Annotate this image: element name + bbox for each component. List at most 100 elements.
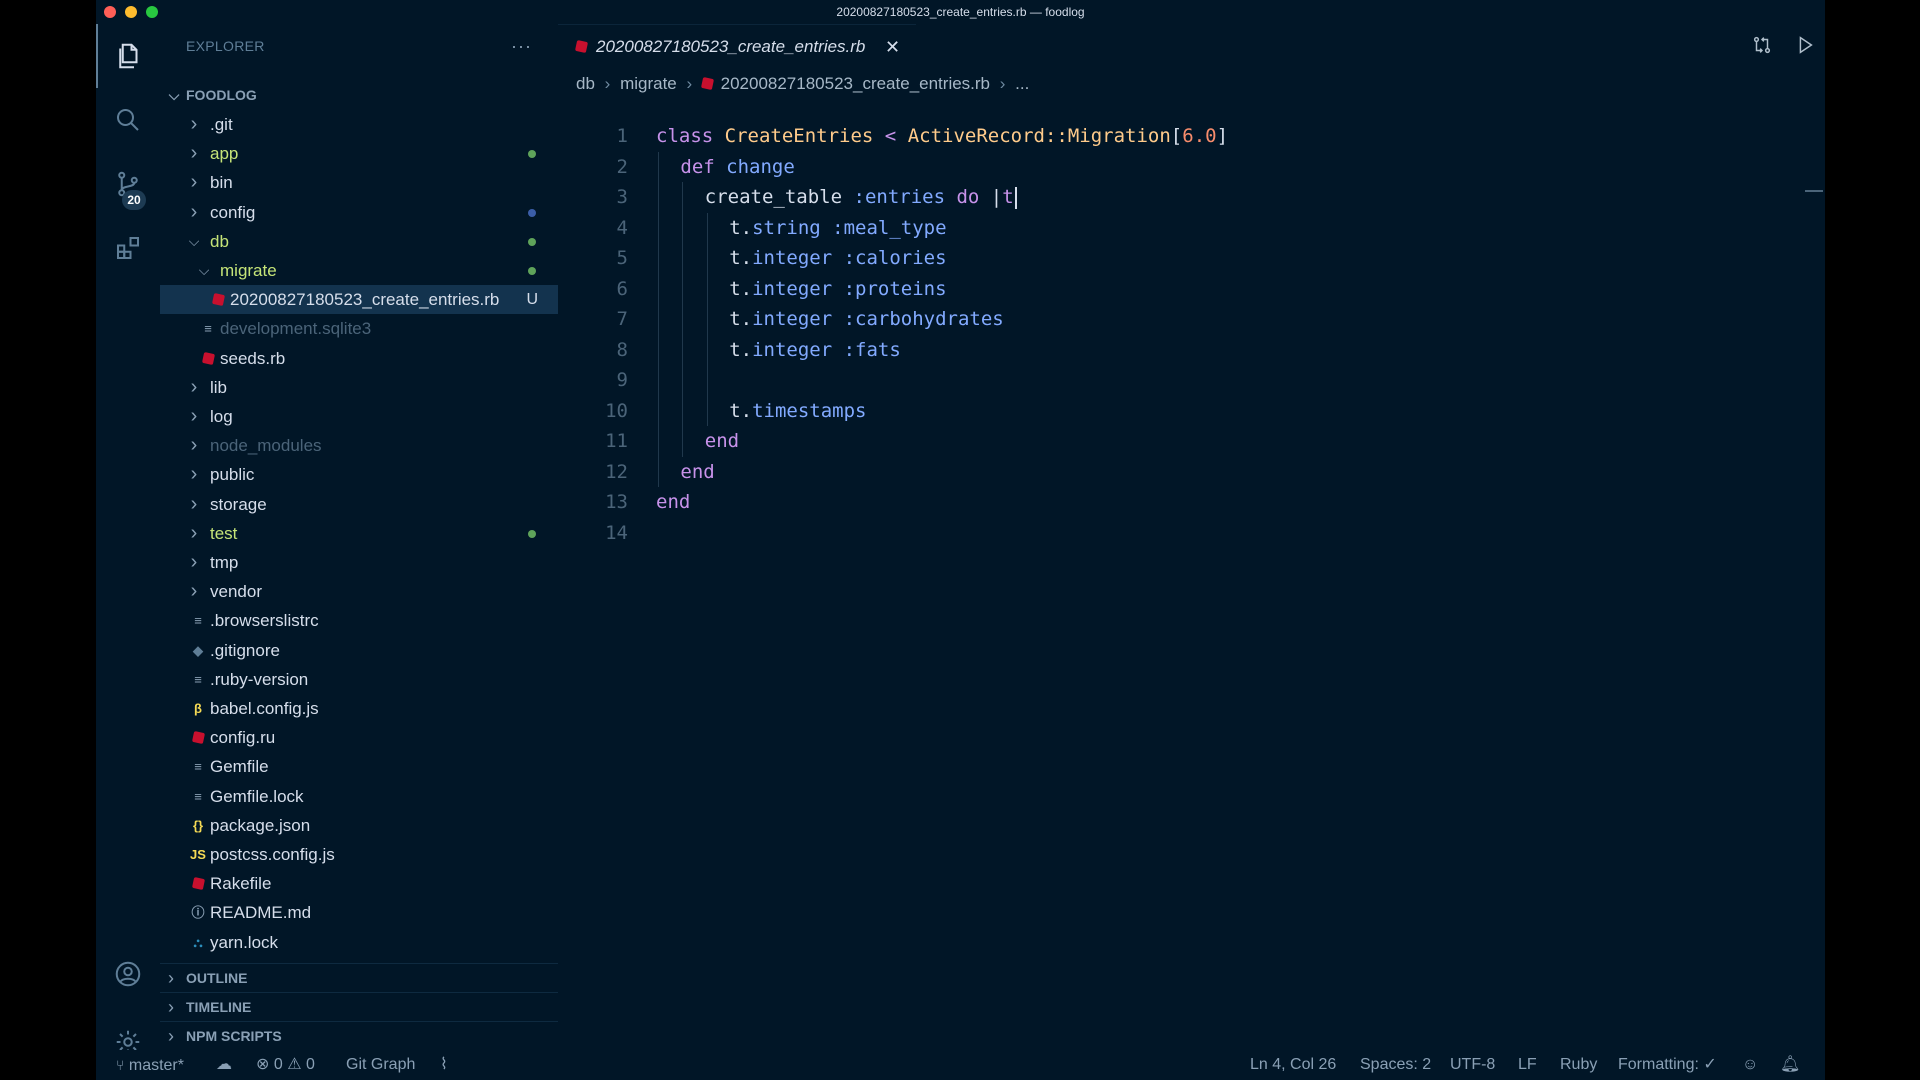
- breadcrumb-item-db[interactable]: db: [576, 74, 595, 93]
- tree-folder[interactable]: ⌵ db: [160, 227, 558, 256]
- tree-file[interactable]: config.ru: [160, 723, 558, 752]
- explorer-title: EXPLORER: [186, 38, 265, 54]
- encoding-status[interactable]: UTF-8: [1450, 1050, 1495, 1080]
- tab-create-entries[interactable]: 20200827180523_create_entries.rb ✕: [558, 24, 916, 68]
- chevron-right-icon: ›: [190, 521, 198, 544]
- line-number: 4: [616, 216, 628, 239]
- explorer-button[interactable]: [96, 24, 160, 88]
- git-branch-status[interactable]: ⑂ master*: [116, 1050, 184, 1080]
- code-token: t.: [729, 277, 753, 300]
- problems-status[interactable]: ⊗ 0 ⚠ 0: [256, 1050, 315, 1080]
- tree-folder[interactable]: › node_modules: [160, 431, 558, 460]
- tree-folder[interactable]: › app: [160, 139, 558, 168]
- accounts-button[interactable]: [96, 942, 160, 1006]
- tree-folder[interactable]: › .git: [160, 110, 558, 139]
- tree-folder[interactable]: › config: [160, 198, 558, 227]
- tree-item-label: db: [210, 231, 229, 251]
- indentation-status[interactable]: Spaces: 2: [1360, 1050, 1431, 1080]
- tree-folder[interactable]: › vendor: [160, 577, 558, 606]
- minimize-window-button[interactable]: [125, 6, 137, 18]
- section-timeline[interactable]: › TIMELINE: [160, 992, 558, 1020]
- language-mode[interactable]: Ruby: [1560, 1050, 1597, 1080]
- breadcrumb-item-file[interactable]: 20200827180523_create_entries.rb: [721, 74, 990, 93]
- code-token: :proteins: [832, 277, 947, 300]
- tree-item-label: vendor: [210, 582, 262, 602]
- chevron-right-icon: ›: [190, 375, 198, 398]
- tree-file[interactable]: ≡ Gemfile: [160, 752, 558, 781]
- extensions-button[interactable]: [96, 216, 160, 280]
- workspace-root[interactable]: ⌵ FOODLOG: [160, 81, 558, 110]
- tree-file[interactable]: ⓘ README.md: [160, 898, 558, 927]
- code-line: 5 t.integer :calories: [558, 243, 1758, 273]
- code-line: 11 end: [558, 426, 1758, 456]
- code-token: :fats: [832, 338, 901, 361]
- tree-folder[interactable]: ⌵ migrate: [160, 256, 558, 285]
- tree-file[interactable]: ≡ development.sqlite3: [160, 314, 558, 343]
- tree-folder[interactable]: › log: [160, 402, 558, 431]
- tree-file[interactable]: {} package.json: [160, 811, 558, 840]
- tree-item-label: Rakefile: [210, 874, 272, 894]
- tree-file[interactable]: Rakefile: [160, 869, 558, 898]
- tree-file[interactable]: ≡ .browserslistrc: [160, 606, 558, 635]
- json-file-icon: {}: [192, 817, 204, 833]
- code-token: integer: [752, 308, 833, 330]
- tree-file[interactable]: ⛬ yarn.lock: [160, 928, 558, 957]
- tree-item-label: node_modules: [210, 436, 322, 456]
- code-token: def: [680, 155, 727, 178]
- git-status-dot: [528, 237, 536, 246]
- open-changes-button[interactable]: [1751, 34, 1777, 60]
- text-cursor: [1014, 186, 1017, 209]
- chevron-down-icon: ⌵: [168, 87, 180, 103]
- text-file-icon: ≡: [194, 671, 202, 687]
- run-button[interactable]: [1794, 34, 1820, 60]
- tree-folder[interactable]: › tmp: [160, 548, 558, 577]
- tree-file[interactable]: ≡ Gemfile.lock: [160, 782, 558, 811]
- search-button[interactable]: [96, 88, 160, 152]
- tree-item-label: 20200827180523_create_entries.rb: [230, 290, 500, 310]
- zoom-window-button[interactable]: [146, 6, 158, 18]
- formatting-status[interactable]: Formatting: ✓: [1618, 1050, 1717, 1080]
- source-control-button[interactable]: 20: [96, 152, 160, 216]
- breadcrumb-item-symbol[interactable]: ...: [1015, 74, 1029, 93]
- tree-file[interactable]: seeds.rb: [160, 344, 558, 373]
- text-file-icon: ≡: [194, 788, 202, 804]
- tree-folder[interactable]: › public: [160, 460, 558, 489]
- eol-status[interactable]: LF: [1518, 1050, 1537, 1080]
- tree-folder[interactable]: › storage: [160, 490, 558, 519]
- section-npm-scripts[interactable]: › NPM SCRIPTS: [160, 1021, 558, 1049]
- tree-folder[interactable]: › bin: [160, 168, 558, 197]
- live-share-icon[interactable]: ⌇: [440, 1050, 448, 1080]
- feedback-icon[interactable]: ☺: [1742, 1050, 1758, 1080]
- tree-file[interactable]: 20200827180523_create_entries.rb U: [160, 285, 558, 315]
- tree-item-label: log: [210, 407, 233, 426]
- section-outline[interactable]: › OUTLINE: [160, 963, 558, 991]
- code-token: end: [704, 430, 740, 452]
- tree-file[interactable]: JS postcss.config.js: [160, 840, 558, 869]
- cursor-position[interactable]: Ln 4, Col 26: [1250, 1050, 1336, 1080]
- tab-label: 20200827180523_create_entries.rb: [596, 37, 866, 56]
- tree-file[interactable]: β babel.config.js: [160, 694, 558, 723]
- indent-guide: [706, 212, 708, 426]
- code-text: t.integer :fats: [729, 335, 901, 365]
- code-token: |: [990, 186, 1003, 208]
- code-token: ]: [1216, 125, 1229, 147]
- git-graph-button[interactable]: Git Graph: [346, 1050, 415, 1080]
- code-line: 10 t.timestamps: [558, 396, 1758, 426]
- close-window-button[interactable]: [104, 6, 116, 18]
- sync-icon[interactable]: ☁: [216, 1050, 232, 1080]
- tree-file[interactable]: ≡ .ruby-version: [160, 665, 558, 694]
- title-bar: 20200827180523_create_entries.rb — foodl…: [96, 0, 1825, 24]
- code-token: t.: [729, 247, 753, 269]
- yarn-file-icon: ⛬: [193, 934, 203, 950]
- tab-close-button[interactable]: ✕: [885, 25, 900, 69]
- tree-folder[interactable]: › lib: [160, 373, 558, 402]
- breadcrumb-item-migrate[interactable]: migrate: [620, 74, 677, 93]
- tree-file[interactable]: ◆ .gitignore: [160, 636, 558, 665]
- tree-folder[interactable]: › test: [160, 519, 558, 548]
- notifications-bell-icon[interactable]: 🔔︎: [1780, 1050, 1800, 1080]
- extensions-icon: [117, 237, 139, 259]
- code-token: :entries: [853, 186, 946, 208]
- section-label: OUTLINE: [186, 970, 248, 986]
- explorer-more-actions[interactable]: ···: [511, 24, 532, 68]
- code-text: end: [680, 457, 714, 487]
